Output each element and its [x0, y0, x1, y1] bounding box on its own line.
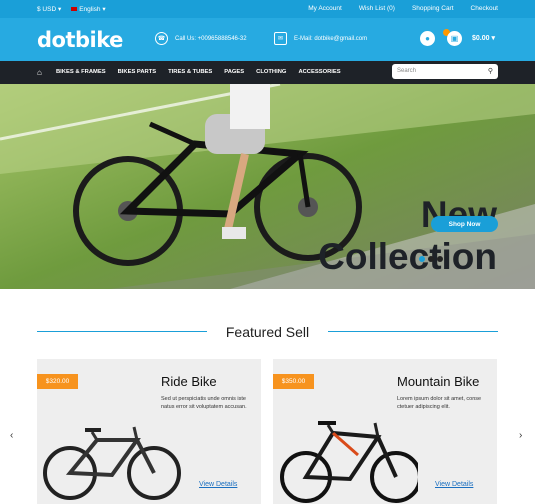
section-title: Featured Sell — [225, 324, 310, 340]
cart-total[interactable]: $0.00 ▾ — [472, 34, 495, 42]
account-button[interactable]: ● — [420, 31, 435, 46]
search-input[interactable]: Search ⚲ — [392, 64, 498, 79]
view-details-link[interactable]: View Details — [435, 481, 473, 488]
header: dotbike ☎ Call Us: +00965888546-32 ✉ E-M… — [0, 18, 535, 61]
next-arrow-icon[interactable]: › — [519, 430, 522, 441]
nav-item-pages[interactable]: PAGES — [224, 69, 244, 75]
my-account-link[interactable]: My Account — [308, 5, 342, 12]
price-tag: $320.00 — [37, 374, 78, 389]
language-selector[interactable]: English ▾ — [71, 5, 106, 13]
hero-banner: New Collection — [0, 84, 535, 289]
wish-list-link[interactable]: Wish List (0) — [359, 5, 395, 12]
nav-item-accessories[interactable]: ACCESSORIES — [298, 69, 340, 75]
email-contact: ✉ E-Mail: dotbike@gmail.com — [274, 32, 367, 45]
cart-button[interactable]: ▣ — [447, 31, 462, 46]
slider-dot-3[interactable] — [437, 256, 443, 262]
nav-item-tires-tubes[interactable]: TIRES & TUBES — [168, 69, 212, 75]
search-placeholder: Search — [397, 68, 417, 74]
slider-dot-1[interactable] — [419, 256, 425, 262]
top-bar: $ USD ▾ English ▾ My Account Wish List (… — [0, 0, 535, 18]
view-details-link[interactable]: View Details — [199, 481, 237, 488]
bike-image — [280, 421, 418, 503]
shop-now-button[interactable]: Shop Now — [431, 216, 498, 232]
checkout-link[interactable]: Checkout — [471, 5, 498, 12]
language-label: English ▾ — [79, 6, 106, 13]
home-icon[interactable]: ⌂ — [37, 68, 42, 77]
user-icon: ● — [425, 34, 430, 43]
hero-title: New Collection — [297, 194, 497, 278]
nav-item-clothing[interactable]: CLOTHING — [256, 69, 286, 75]
phone-text: Call Us: +00965888546-32 — [175, 35, 247, 42]
mail-icon: ✉ — [274, 32, 287, 45]
product-card: $350.00 Mountain Bike Lorem ipsum dolor … — [273, 359, 497, 504]
hero-title-line2: Collection — [318, 236, 497, 277]
nav-item-bikes-frames[interactable]: BIKES & FRAMES — [56, 69, 106, 75]
phone-icon: ☎ — [155, 32, 168, 45]
slider-dot-2[interactable] — [428, 256, 434, 262]
site-logo[interactable]: dotbike — [37, 28, 123, 52]
product-title[interactable]: Mountain Bike — [397, 374, 479, 389]
flag-icon — [71, 7, 78, 12]
product-title[interactable]: Ride Bike — [161, 374, 217, 389]
search-icon[interactable]: ⚲ — [488, 67, 493, 75]
currency-selector[interactable]: $ USD ▾ — [37, 5, 61, 13]
price-tag: $350.00 — [273, 374, 314, 389]
product-card: $320.00 Ride Bike Sed ut perspiciatis un… — [37, 359, 261, 504]
phone-contact: ☎ Call Us: +00965888546-32 — [155, 32, 247, 45]
prev-arrow-icon[interactable]: ‹ — [10, 430, 13, 441]
email-text: E-Mail: dotbike@gmail.com — [294, 35, 368, 42]
shopping-cart-link[interactable]: Shopping Cart — [412, 5, 454, 12]
slider-dots — [419, 256, 443, 262]
cart-icon: ▣ — [450, 34, 459, 43]
nav-item-bikes-parts[interactable]: BIKES PARTS — [118, 69, 157, 75]
bike-image — [43, 426, 181, 500]
